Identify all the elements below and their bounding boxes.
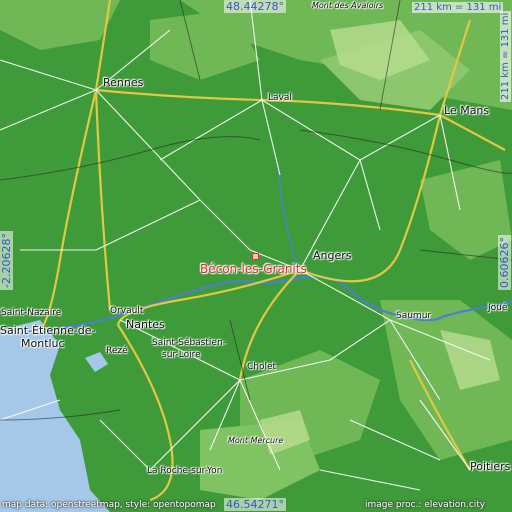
city-label-saumur: Saumur [396,311,432,321]
peak-label-mont-mercure: Mont Mercure [228,436,284,445]
city-label-saint-nazaire: Saint-Nazaire [1,308,62,318]
city-label-laval: Laval [268,93,292,103]
map-credit: map data: openstreetmap, style: opentopo… [2,500,216,510]
city-label-le-mans: Le Mans [444,104,490,117]
city-label-sur-loire: sur-Loire [162,350,201,360]
target-label[interactable]: Bécon-les-Granits [200,262,307,276]
image-credit: image proc.: elevation.city [365,500,486,510]
city-label-montluc: Montluc [21,337,65,350]
city-label-saint-etienne: Saint-Étienne-de- [0,324,96,337]
bottom-latitude: 46.54271° [224,498,286,511]
city-label-orvault: Orvault [110,306,144,316]
city-label-nantes: Nantes [126,318,165,331]
city-label-la-roche-sur-yon: La Roche-sur-Yon [147,466,223,476]
city-label-saint-sebastien: Saint-Sébastien- [152,338,226,348]
city-label-cholet: Cholet [247,362,277,372]
vertical-scale: 211 km = 131 mi [500,10,511,102]
top-latitude: 48.44278° [224,0,286,13]
city-label-reze: Rezé [106,346,128,356]
horizontal-scale: 211 km = 131 mi [412,2,504,13]
city-label-joue: Joué [488,303,508,313]
city-label-poitiers: Poitiers [470,460,511,473]
map-canvas[interactable]: Bécon-les-Granits Rennes Laval Le Mans A… [0,0,512,512]
city-label-angers: Angers [313,249,352,262]
location-marker[interactable] [252,253,259,260]
city-label-rennes: Rennes [103,76,144,89]
right-longitude: 0.60626° [498,235,511,290]
peak-label-mont-des-avaloirs: Mont des Avaloirs [312,1,384,10]
left-longitude: -2.20628° [0,231,13,290]
